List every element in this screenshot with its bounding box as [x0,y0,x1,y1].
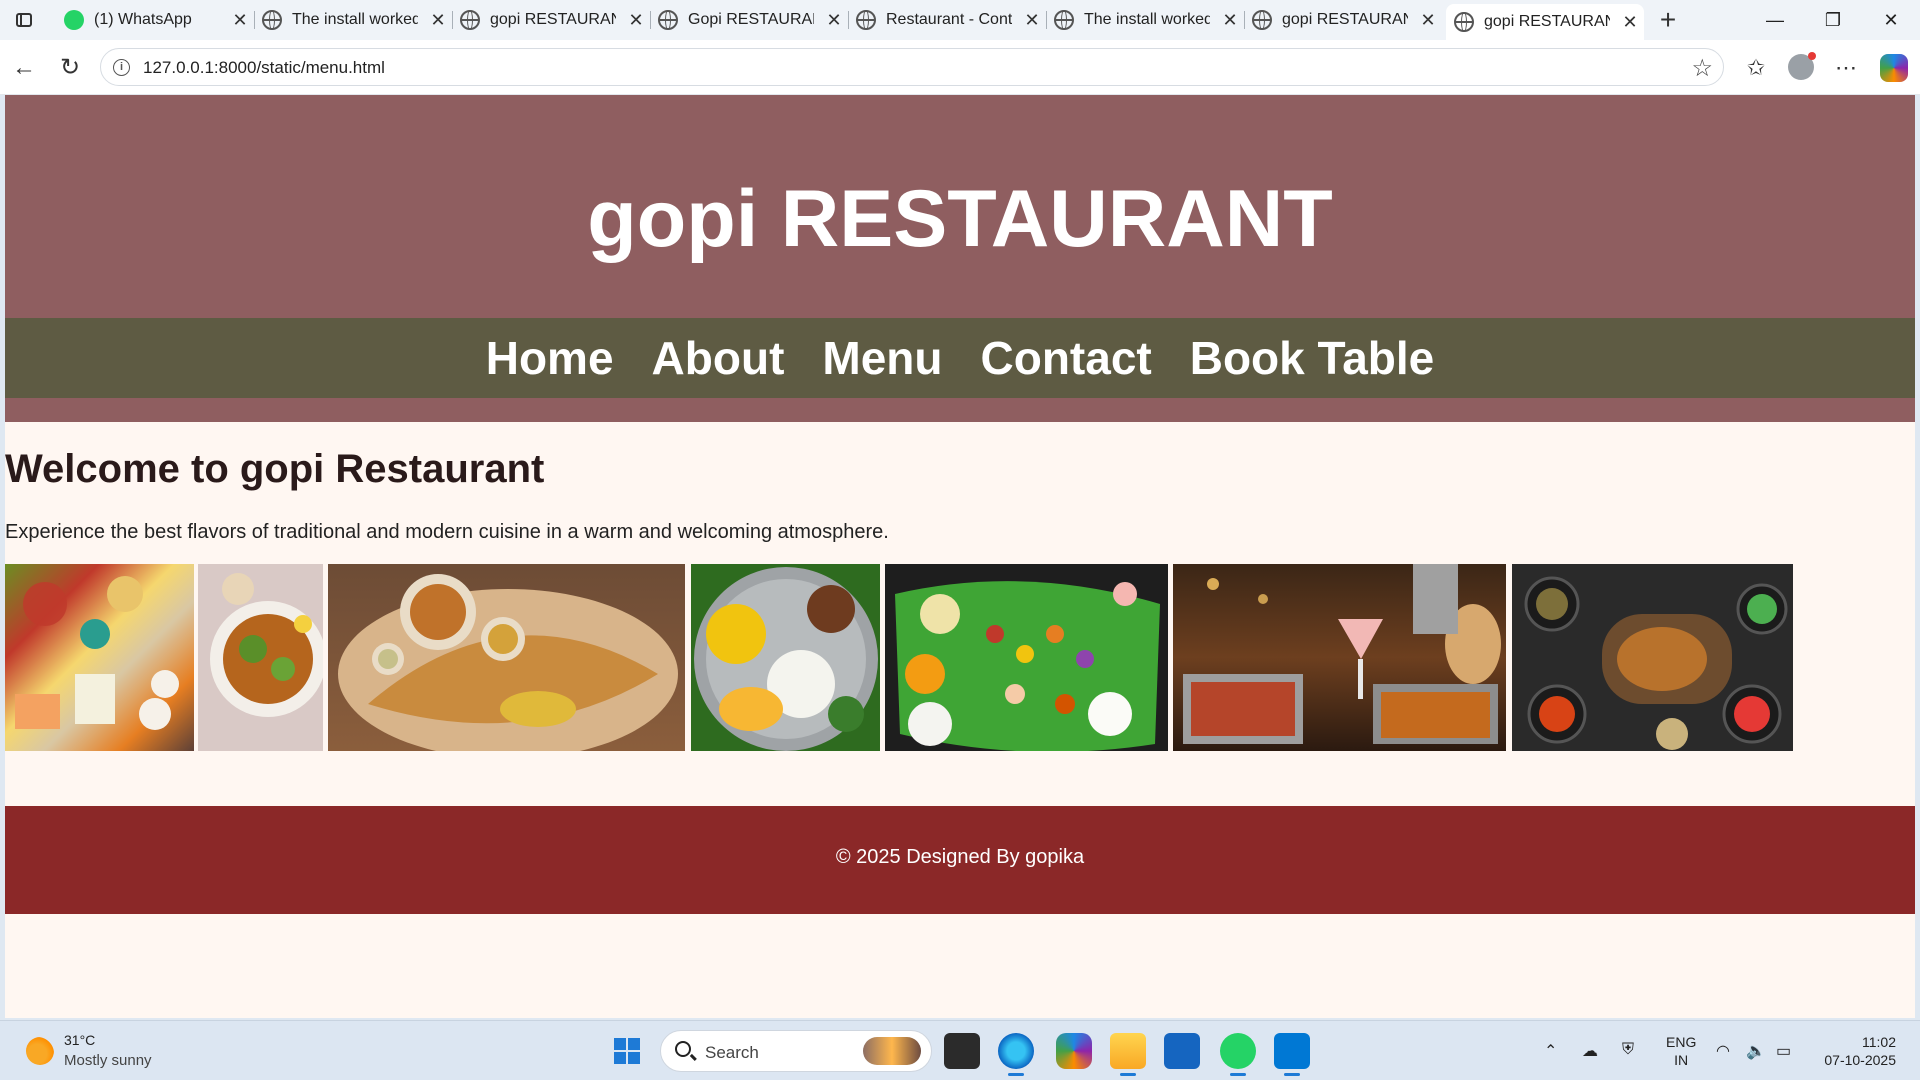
site-nav: Home About Menu Contact Book Table [5,318,1915,398]
tab-close-icon[interactable]: ✕ [1622,12,1638,33]
tab-title: Restaurant - Contact [886,11,1012,28]
tab-close-icon[interactable]: ✕ [232,10,248,31]
region-code: IN [1674,1052,1689,1068]
security-shield-icon[interactable]: ⛨ [1622,1041,1634,1059]
tab-close-icon[interactable]: ✕ [1024,10,1040,31]
file-explorer-icon[interactable] [1110,1033,1146,1076]
tab-install-worked[interactable]: The install worked ✕ [254,4,453,36]
tab-title: gopi RESTAURANT [1282,11,1408,28]
weather-sun-icon[interactable] [26,1037,54,1065]
tab-close-icon[interactable]: ✕ [1420,10,1436,31]
favorite-star-icon[interactable]: ☆ [1691,54,1713,83]
close-window-button[interactable]: ✕ [1862,0,1920,40]
site-title: gopi RESTAURANT [587,174,1333,264]
south-indian-thali-image [691,564,880,751]
tab-close-icon[interactable]: ✕ [826,10,842,31]
tab-title: (1) WhatsApp [94,11,192,28]
tab-whatsapp[interactable]: (1) WhatsApp ✕ [56,4,255,36]
tab-install-worked-2[interactable]: The install worked ✕ [1046,4,1245,36]
whatsapp-icon [64,10,84,30]
language-indicator[interactable]: ENG IN [1666,1033,1696,1069]
whatsapp-taskbar-icon[interactable] [1220,1033,1256,1076]
more-options-icon[interactable]: ⋯ [1830,52,1862,84]
windows-start-icon[interactable] [614,1038,640,1064]
taskbar: 31°C Mostly sunny Search ⌃ ☁ ⛨ ENG IN ◠ … [0,1020,1920,1080]
welcome-heading: Welcome to gopi Restaurant [5,447,545,491]
tab-close-icon[interactable]: ✕ [1222,10,1238,31]
nav-contact-link[interactable]: Contact [981,331,1152,385]
refresh-icon[interactable]: ↻ [54,52,86,84]
browser-tab-strip: (1) WhatsApp ✕ The install worked ✕ gopi… [0,0,1920,40]
ingredients-image [5,564,194,751]
restore-button[interactable]: ❐ [1804,0,1862,40]
grilled-chicken-salad-image [198,564,323,751]
page-viewport: gopi RESTAURANT Home About Menu Contact … [5,95,1915,1018]
globe-icon [1252,10,1272,30]
banana-leaf-meal-image [885,564,1168,751]
onedrive-icon[interactable]: ☁ [1582,1041,1598,1061]
copilot-icon[interactable] [1880,54,1908,82]
footer-text: © 2025 Designed By gopika [835,846,1085,868]
weather-description[interactable]: Mostly sunny [64,1052,152,1069]
nav-home-link[interactable]: Home [486,331,614,385]
tab-gopi-restaurant-2[interactable]: Gopi RESTAURANT ✕ [650,4,849,36]
show-hidden-icons-chevron-icon[interactable]: ⌃ [1544,1041,1557,1061]
site-header: gopi RESTAURANT Home About Menu Contact … [5,95,1915,422]
taskbar-search[interactable]: Search [660,1030,932,1072]
url-text[interactable]: 127.0.0.1:8000/static/menu.html [143,58,385,78]
masala-dosa-image [328,564,685,751]
tab-title: Gopi RESTAURANT [688,11,814,28]
back-arrow-icon[interactable]: ← [8,52,40,84]
globe-icon [460,10,480,30]
tab-restaurant-contact[interactable]: Restaurant - Contact ✕ [848,4,1047,36]
clock-time: 11:02 [1862,1034,1896,1050]
search-icon [675,1041,691,1057]
nav-book-table-link[interactable]: Book Table [1190,331,1435,385]
language-code: ENG [1666,1034,1697,1050]
nav-about-link[interactable]: About [652,331,785,385]
search-highlight-image [863,1037,921,1065]
favorites-icon[interactable]: ✩ [1740,52,1772,84]
tab-title: gopi RESTAURANT [1484,13,1610,30]
clock-date: 07-10-2025 [1824,1052,1896,1068]
tab-gopi-restaurant-active[interactable]: gopi RESTAURANT ✕ [1446,4,1644,40]
task-view-icon[interactable] [944,1033,980,1069]
search-label: Search [705,1043,759,1062]
profile-avatar[interactable] [1788,52,1816,80]
volume-icon[interactable]: 🔈 [1746,1041,1766,1061]
minimize-button[interactable]: — [1746,0,1804,40]
wifi-icon[interactable]: ◠ [1716,1041,1730,1061]
site-info-icon[interactable]: i [113,59,130,76]
site-footer: © 2025 Designed By gopika [5,806,1915,914]
copilot-app-icon[interactable] [1056,1033,1092,1069]
roast-chicken-spread-image [1512,564,1793,751]
tab-gopi-restaurant[interactable]: gopi RESTAURANT ✕ [452,4,651,36]
microsoft-store-icon[interactable] [1164,1033,1200,1069]
tab-close-icon[interactable]: ✕ [430,10,446,31]
weather-temperature[interactable]: 31°C [64,1032,95,1048]
globe-icon [262,10,282,30]
new-tab-button[interactable]: + [1652,4,1684,36]
tagline-text: Experience the best flavors of tradition… [5,521,889,543]
tab-title: The install worked [292,11,418,28]
globe-icon [658,10,678,30]
system-clock[interactable]: 11:02 07-10-2025 [1810,1033,1896,1069]
tab-gopi-restaurant-3[interactable]: gopi RESTAURANT ✕ [1244,4,1442,36]
globe-icon [1054,10,1074,30]
vscode-icon[interactable] [1274,1033,1310,1076]
tab-title: The install worked [1084,11,1210,28]
edge-browser-icon[interactable] [998,1033,1034,1076]
browser-toolbar: ← ↻ i 127.0.0.1:8000/static/menu.html ☆ … [0,40,1920,95]
tab-close-icon[interactable]: ✕ [628,10,644,31]
battery-icon[interactable]: ▭ [1776,1041,1791,1061]
address-bar[interactable]: i 127.0.0.1:8000/static/menu.html ☆ [100,48,1724,86]
globe-icon [1454,12,1474,32]
tab-actions-menu-icon[interactable] [12,9,36,31]
tab-title: gopi RESTAURANT [490,11,616,28]
nav-menu-link[interactable]: Menu [822,331,942,385]
globe-icon [856,10,876,30]
restaurant-feast-image [1173,564,1506,751]
